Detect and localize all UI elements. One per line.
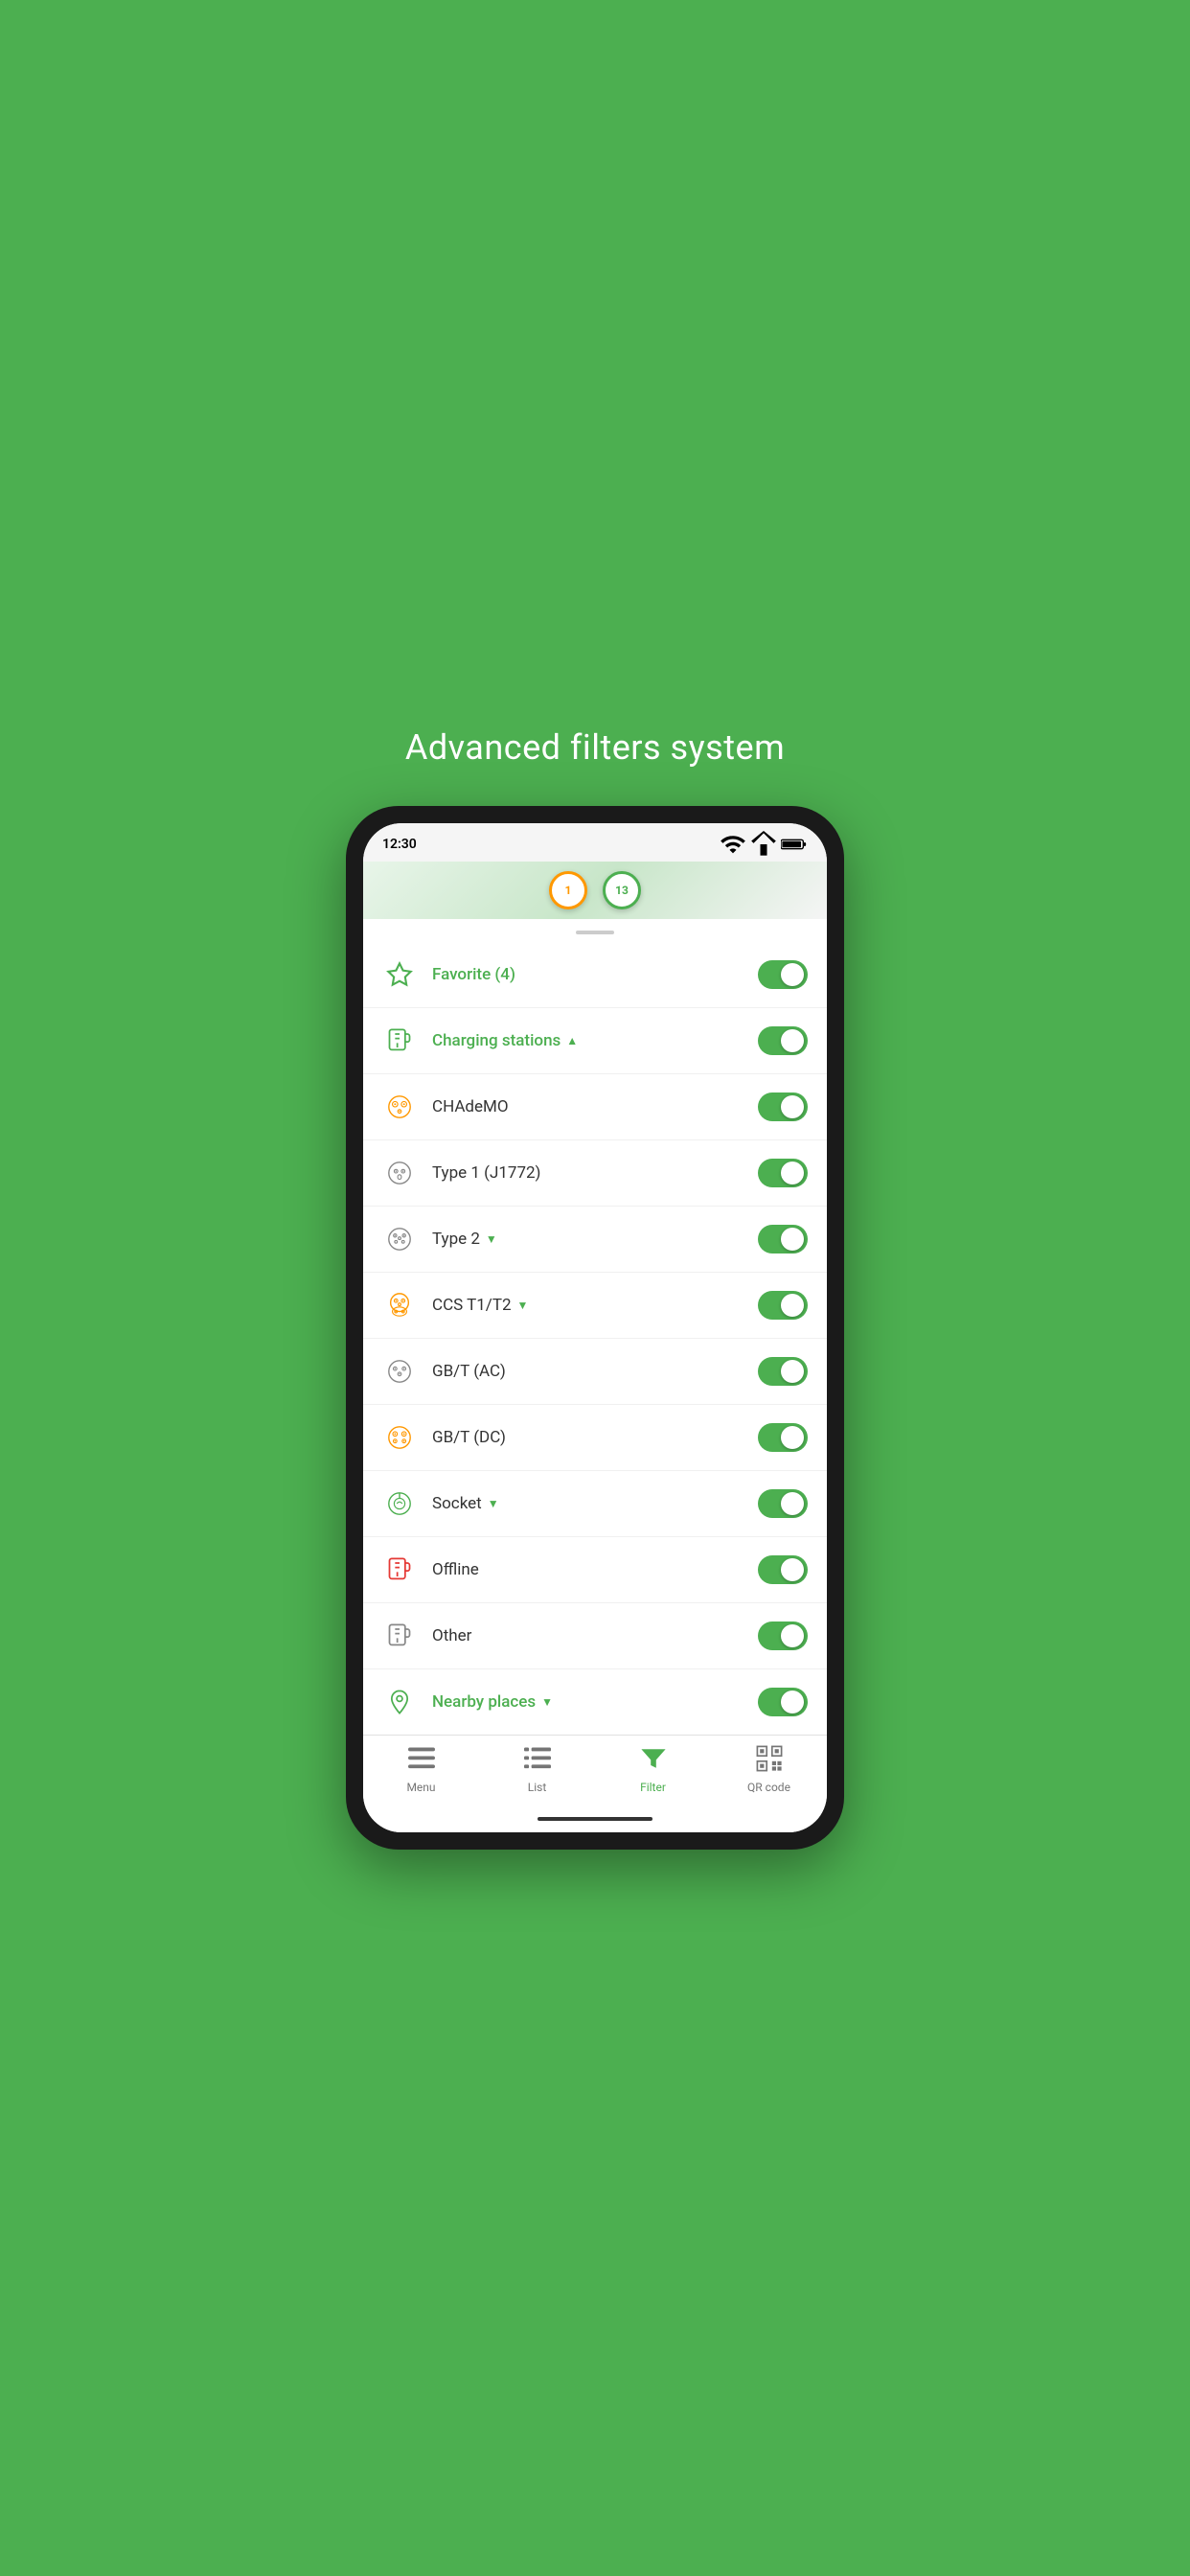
filter-item-chademo: CHAdeMO xyxy=(363,1074,827,1140)
ccs-icon xyxy=(382,1288,417,1322)
signal-icon xyxy=(750,831,777,858)
filter-icon xyxy=(640,1745,667,1777)
wifi-icon xyxy=(720,831,746,858)
status-icons xyxy=(720,831,808,858)
nav-list[interactable]: List xyxy=(479,1745,595,1794)
home-bar xyxy=(538,1817,652,1821)
gbt-dc-label: GB/T (DC) xyxy=(432,1428,758,1447)
filter-item-favorite: Favorite (4) xyxy=(363,942,827,1008)
charging-label: Charging stations ▲ xyxy=(432,1031,758,1050)
chevron-down-icon-4: ▼ xyxy=(541,1695,553,1709)
location-icon xyxy=(382,1685,417,1719)
home-indicator xyxy=(363,1809,827,1832)
filter-item-ccs: CCS T1/T2 ▼ xyxy=(363,1273,827,1339)
chevron-down-icon-2: ▼ xyxy=(517,1299,529,1312)
other-toggle[interactable] xyxy=(758,1622,808,1650)
nav-qr[interactable]: QR code xyxy=(711,1745,827,1794)
nearby-label: Nearby places ▼ xyxy=(432,1692,758,1712)
type1-toggle[interactable] xyxy=(758,1159,808,1187)
list-icon xyxy=(524,1745,551,1777)
filter-item-other: Other xyxy=(363,1603,827,1669)
filter-item-gbt-dc: GB/T (DC) xyxy=(363,1405,827,1471)
filter-label: Filter xyxy=(640,1781,666,1794)
charging-toggle[interactable] xyxy=(758,1026,808,1055)
gbt-ac-toggle[interactable] xyxy=(758,1357,808,1386)
filter-item-type1: Type 1 (J1772) xyxy=(363,1140,827,1207)
gbt-dc-toggle[interactable] xyxy=(758,1423,808,1452)
chademo-label: CHAdeMO xyxy=(432,1097,758,1116)
filter-item-offline: Offline xyxy=(363,1537,827,1603)
map-preview: 1 13 xyxy=(363,862,827,919)
map-marker-1: 1 xyxy=(549,871,587,909)
other-label: Other xyxy=(432,1626,758,1645)
status-bar: 12:30 xyxy=(363,823,827,862)
star-icon xyxy=(382,957,417,992)
type2-icon xyxy=(382,1222,417,1256)
type1-label: Type 1 (J1772) xyxy=(432,1163,758,1183)
handle-bar xyxy=(576,931,614,934)
list-label: List xyxy=(528,1781,547,1794)
type2-label: Type 2 ▼ xyxy=(432,1230,758,1249)
socket-icon xyxy=(382,1486,417,1521)
gbt-ac-label: GB/T (AC) xyxy=(432,1362,758,1381)
filter-item-charging: Charging stations ▲ xyxy=(363,1008,827,1074)
chademo-icon xyxy=(382,1090,417,1124)
ccs-toggle[interactable] xyxy=(758,1291,808,1320)
page-title: Advanced filters system xyxy=(405,727,785,768)
nav-menu[interactable]: Menu xyxy=(363,1745,479,1794)
socket-label: Socket ▼ xyxy=(432,1494,758,1513)
nav-filter[interactable]: Filter xyxy=(595,1745,711,1794)
qr-label: QR code xyxy=(747,1781,790,1794)
phone-frame: 12:30 1 13 xyxy=(346,806,844,1850)
status-time: 12:30 xyxy=(382,837,417,852)
map-marker-2: 13 xyxy=(603,871,641,909)
bottom-nav: Menu List xyxy=(363,1735,827,1809)
chevron-up-icon: ▲ xyxy=(566,1034,578,1047)
gbt-ac-icon xyxy=(382,1354,417,1389)
filter-item-nearby: Nearby places ▼ xyxy=(363,1669,827,1735)
ccs-label: CCS T1/T2 ▼ xyxy=(432,1296,758,1315)
qr-icon xyxy=(756,1745,783,1777)
socket-toggle[interactable] xyxy=(758,1489,808,1518)
chademo-toggle[interactable] xyxy=(758,1092,808,1121)
gbt-dc-icon xyxy=(382,1420,417,1455)
nearby-toggle[interactable] xyxy=(758,1688,808,1716)
chevron-down-icon: ▼ xyxy=(486,1232,497,1246)
sheet-handle xyxy=(363,919,827,942)
charging-icon xyxy=(382,1024,417,1058)
favorite-toggle[interactable] xyxy=(758,960,808,989)
offline-label: Offline xyxy=(432,1560,758,1579)
filter-item-type2: Type 2 ▼ xyxy=(363,1207,827,1273)
offline-icon xyxy=(382,1552,417,1587)
filter-item-gbt-ac: GB/T (AC) xyxy=(363,1339,827,1405)
chevron-down-icon-3: ▼ xyxy=(488,1497,499,1510)
type2-toggle[interactable] xyxy=(758,1225,808,1254)
filter-item-socket: Socket ▼ xyxy=(363,1471,827,1537)
menu-label: Menu xyxy=(406,1781,435,1794)
filter-list: Favorite (4) Charging stations ▲ xyxy=(363,942,827,1735)
type1-icon xyxy=(382,1156,417,1190)
phone-screen: 12:30 1 13 xyxy=(363,823,827,1832)
offline-toggle[interactable] xyxy=(758,1555,808,1584)
other-icon xyxy=(382,1619,417,1653)
menu-icon xyxy=(408,1745,435,1777)
battery-icon xyxy=(781,831,808,858)
favorite-label: Favorite (4) xyxy=(432,965,758,984)
